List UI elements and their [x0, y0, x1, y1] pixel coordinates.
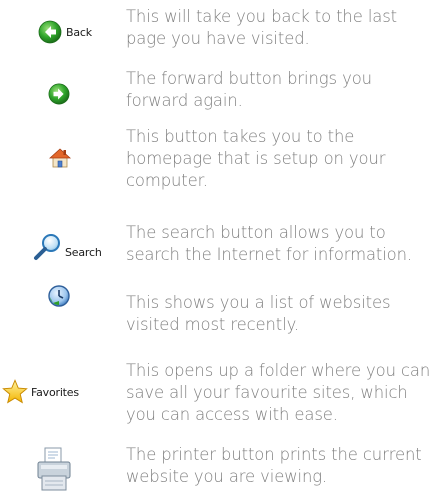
back-button-label: Back [66, 25, 92, 39]
history-button[interactable] [47, 284, 71, 308]
back-description: This will take you back to the last page… [126, 7, 397, 48]
toolbar-help-row-forward: The forward button brings you forward ag… [0, 66, 442, 120]
favorites-star-icon [1, 378, 29, 406]
favorites-button[interactable]: Favorites [1, 378, 79, 406]
search-button[interactable]: Search [33, 232, 102, 262]
back-arrow-icon [38, 20, 62, 44]
toolbar-help-row-back: Back This will take you back to the last… [0, 0, 442, 60]
history-clock-icon [47, 284, 71, 308]
history-description: This shows you a list of websites visite… [126, 293, 391, 334]
toolbar-help-row-history: This shows you a list of websites visite… [0, 284, 442, 340]
home-description: This button takes you to the homepage th… [126, 127, 386, 190]
forward-arrow-icon [48, 83, 70, 105]
toolbar-help-row-favorites: Favorites This opens up a folder where y… [0, 360, 442, 436]
search-button-label: Search [65, 245, 102, 259]
search-description: The search button allows you to search t… [126, 223, 413, 264]
toolbar-help-row-home: This button takes you to the homepage th… [0, 126, 442, 206]
back-button[interactable]: Back [38, 20, 92, 44]
print-button[interactable] [36, 446, 72, 496]
favorites-description: This opens up a folder where you can sav… [126, 361, 431, 424]
forward-button[interactable] [48, 83, 70, 105]
toolbar-help-row-print: The printer button prints the current we… [0, 444, 442, 501]
print-description: The printer button prints the current we… [126, 445, 422, 486]
toolbar-help-row-search: Search The search button allows you to s… [0, 223, 442, 278]
printer-icon [36, 446, 72, 496]
home-icon [48, 146, 72, 170]
search-magnifier-icon [33, 232, 63, 262]
favorites-button-label: Favorites [31, 385, 79, 399]
home-button[interactable] [48, 146, 72, 170]
forward-description: The forward button brings you forward ag… [126, 69, 372, 110]
